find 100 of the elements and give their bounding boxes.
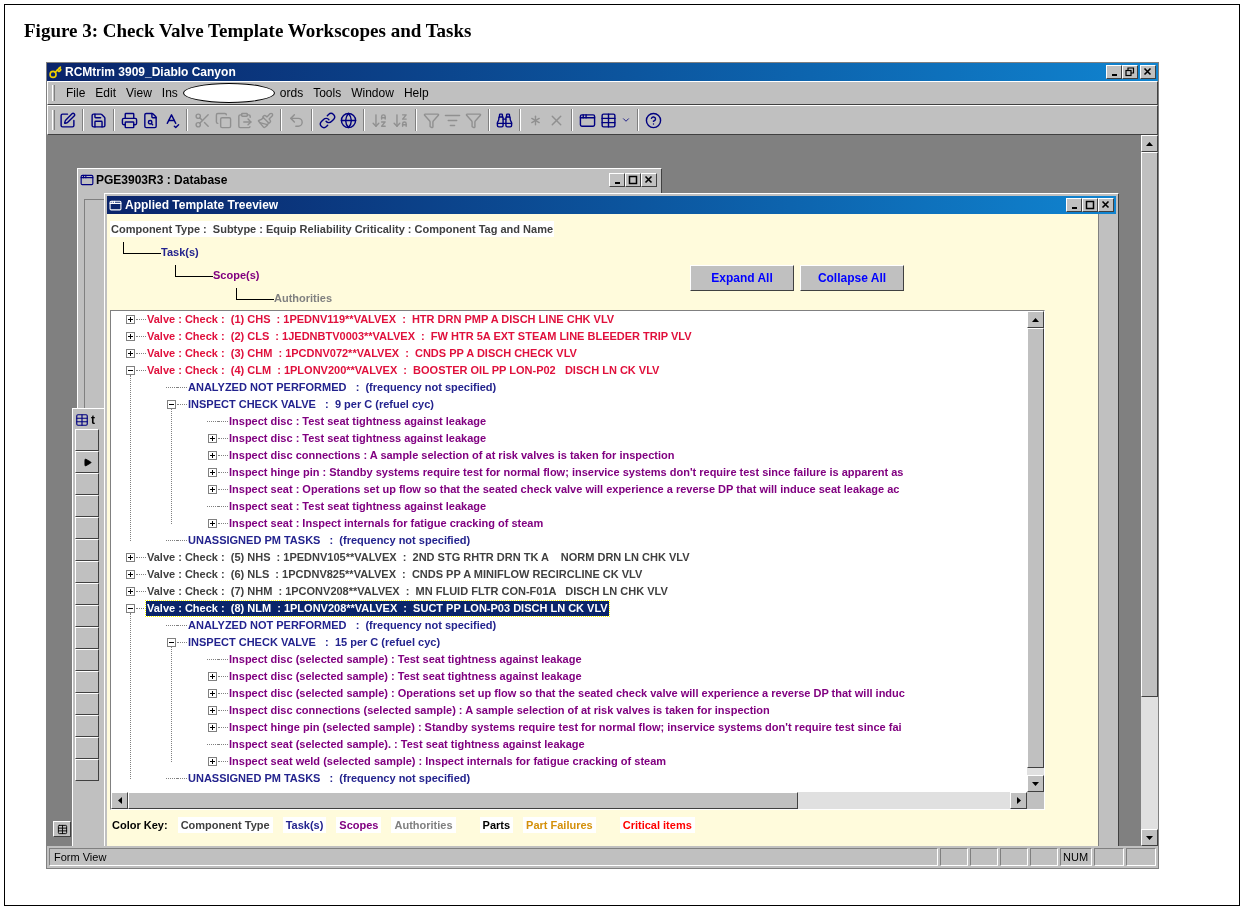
tree-node[interactable]: ANALYZED NOT PERFORMED : (frequency not specified) — [187, 380, 498, 395]
tree-node[interactable]: Valve : Check : (8) NLM : 1PLONV208**VALVEX : SUCT PP LON-P03 DISCH LN CK VLV — [146, 601, 609, 616]
tree-node[interactable]: Inspect disc (selected sample) : Operations set up flow so that the seated check valve will experience a reverse DP that will induc — [228, 686, 906, 701]
expand-toggle-icon[interactable] — [126, 553, 135, 562]
pen-icon[interactable] — [59, 111, 76, 129]
tree-node[interactable]: Valve : Check : (2) CLS : 1JEDNBTV0003**VALVEX : FW HTR 5A EXT STEAM LINE BLEEDER TRIP VLV — [146, 329, 693, 344]
tree-node[interactable]: INSPECT CHECK VALVE : 15 per C (refuel cyc) — [187, 635, 442, 650]
tree-node[interactable]: Inspect seat (selected sample). : Test seat tightness against leakage — [228, 737, 586, 752]
maximize-button[interactable] — [1082, 198, 1098, 212]
record-selector[interactable] — [75, 561, 99, 583]
tree-node[interactable]: Inspect disc : Test seat tightness against leakage — [228, 431, 488, 446]
expand-toggle-icon[interactable] — [208, 672, 217, 681]
menu-item[interactable]: Ins — [156, 84, 183, 102]
expand-toggle-icon[interactable] — [208, 723, 217, 732]
window-icon[interactable] — [579, 111, 596, 129]
tree-node[interactable]: UNASSIGNED PM TASKS : (frequency not specified) — [187, 771, 472, 786]
help-icon[interactable] — [645, 111, 662, 129]
close-button[interactable] — [1098, 198, 1114, 212]
tree-node[interactable]: UNASSIGNED PM TASKS : (frequency not specified) — [187, 533, 472, 548]
table-icon[interactable] — [600, 111, 617, 129]
expand-toggle-icon[interactable] — [208, 451, 217, 460]
expand-all-button[interactable]: Expand All — [690, 265, 794, 291]
tree-node[interactable]: Inspect disc connections : A sample selection of at risk valves is taken for inspection — [228, 448, 676, 463]
record-selector[interactable] — [75, 451, 99, 473]
menu-item[interactable]: Edit — [90, 84, 122, 102]
horizontal-scrollbar[interactable] — [111, 792, 1044, 809]
tree-node[interactable]: Inspect disc connections (selected sample) : A sample selection of at risk valves is taken for inspection — [228, 703, 771, 718]
binoculars-icon[interactable] — [496, 111, 513, 129]
record-selector[interactable] — [75, 715, 99, 737]
collapse-toggle-icon[interactable] — [167, 400, 176, 409]
printer-icon[interactable] — [121, 111, 138, 129]
record-selector[interactable] — [75, 759, 99, 781]
tree-node[interactable]: INSPECT CHECK VALVE : 9 per C (refuel cyc) — [187, 397, 435, 412]
tree-node[interactable]: Valve : Check : (7) NHM : 1PCONV208**VALVEX : MN FLUID FLTR CON-F01A DISCH LN CHK VLV — [146, 584, 669, 599]
expand-toggle-icon[interactable] — [126, 587, 135, 596]
record-selector[interactable] — [75, 473, 99, 495]
expand-toggle-icon[interactable] — [208, 757, 217, 766]
expand-toggle-icon[interactable] — [126, 332, 135, 341]
caret-icon[interactable] — [621, 115, 631, 125]
collapse-toggle-icon[interactable] — [126, 366, 135, 375]
tree-node[interactable]: Valve : Check : (6) NLS : 1PCDNV825**VALVEX : CNDS PP A MINIFLOW RECIRCLINE CK VLV — [146, 567, 644, 582]
scroll-up-button[interactable] — [1141, 135, 1158, 152]
scroll-down-button[interactable] — [1141, 829, 1158, 846]
record-selector[interactable] — [75, 539, 99, 561]
collapse-toggle-icon[interactable] — [167, 638, 176, 647]
tree-node[interactable]: Inspect hinge pin : Standby systems require test for normal flow; inservice systems don't require test since failure is apparent as — [228, 465, 905, 480]
expand-toggle-icon[interactable] — [208, 689, 217, 698]
menu-item[interactable]: ords — [274, 84, 309, 102]
expand-toggle-icon[interactable] — [208, 519, 217, 528]
maximize-button[interactable] — [625, 173, 641, 187]
close-button[interactable] — [1140, 65, 1156, 79]
menu-item[interactable]: Tools — [308, 84, 347, 102]
collapse-all-button[interactable]: Collapse All — [800, 265, 904, 291]
collapse-toggle-icon[interactable] — [126, 604, 135, 613]
globe-icon[interactable] — [340, 111, 357, 129]
record-selector[interactable] — [75, 693, 99, 715]
minimized-form-icon[interactable] — [53, 821, 71, 837]
record-selector[interactable] — [75, 671, 99, 693]
expand-toggle-icon[interactable] — [126, 315, 135, 324]
menu-item[interactable]: File — [61, 84, 91, 102]
expand-toggle-icon[interactable] — [208, 706, 217, 715]
tree-node[interactable]: Valve : Check : (3) CHM : 1PCDNV072**VALVEX : CNDS PP A DISCH CHECK VLV — [146, 346, 578, 361]
record-selector[interactable] — [75, 429, 99, 451]
minimize-button[interactable] — [1106, 65, 1122, 79]
expand-toggle-icon[interactable] — [208, 485, 217, 494]
scroll-up-button[interactable] — [1027, 311, 1044, 328]
minimize-button[interactable] — [1066, 198, 1082, 212]
record-selector[interactable] — [75, 605, 99, 627]
scroll-down-button[interactable] — [1027, 775, 1044, 792]
expand-toggle-icon[interactable] — [126, 349, 135, 358]
close-button[interactable] — [641, 173, 657, 187]
tree-node[interactable]: Inspect seat : Inspect internals for fatigue cracking of steam — [228, 516, 545, 531]
scroll-thumb[interactable] — [1141, 152, 1158, 697]
scroll-thumb[interactable] — [128, 792, 798, 809]
restore-button[interactable] — [1122, 65, 1138, 79]
expand-toggle-icon[interactable] — [126, 570, 135, 579]
menu-item[interactable]: Window — [346, 84, 399, 102]
tree-node[interactable]: Inspect disc (selected sample) : Test seat tightness against leakage — [228, 669, 583, 684]
record-selector[interactable] — [75, 737, 99, 759]
tree-node[interactable]: Inspect hinge pin (selected sample) : Standby systems require test for normal flow; inservice systems don't require test since fai — [228, 720, 903, 735]
tree-node[interactable]: Inspect disc : Test seat tightness against leakage — [228, 414, 488, 429]
link-icon[interactable] — [319, 111, 336, 129]
record-selector[interactable] — [75, 583, 99, 605]
tree-node[interactable]: Inspect seat : Test seat tightness against leakage — [228, 499, 488, 514]
vertical-scrollbar[interactable] — [1141, 135, 1158, 846]
tree-node[interactable]: Valve : Check : (5) NHS : 1PEDNV105**VALVEX : 2ND STG RHTR DRN TK A NORM DRN LN CHK VLV — [146, 550, 691, 565]
expand-toggle-icon[interactable] — [208, 468, 217, 477]
record-selector[interactable] — [75, 627, 99, 649]
print-preview-icon[interactable] — [142, 111, 159, 129]
tree-node[interactable]: ANALYZED NOT PERFORMED : (frequency not specified) — [187, 618, 498, 633]
scroll-left-button[interactable] — [111, 792, 128, 809]
menu-item[interactable]: Help — [398, 84, 434, 102]
tree-node[interactable]: Valve : Check : (4) CLM : 1PLONV200**VALVEX : BOOSTER OIL PP LON-P02 DISCH LN CK VLV — [146, 363, 661, 378]
tree-node[interactable]: Valve : Check : (1) CHS : 1PEDNV119**VALVEX : HTR DRN PMP A DISCH LINE CHK VLV — [146, 312, 616, 327]
minimize-button[interactable] — [609, 173, 625, 187]
record-selector[interactable] — [75, 649, 99, 671]
record-selector[interactable] — [75, 495, 99, 517]
tree-node[interactable]: Inspect seat weld (selected sample) : Inspect internals for fatigue cracking of steam — [228, 754, 668, 769]
menu-item[interactable]: View — [121, 84, 157, 102]
tree-node[interactable]: Inspect disc (selected sample) : Test seat tightness against leakage — [228, 652, 583, 667]
